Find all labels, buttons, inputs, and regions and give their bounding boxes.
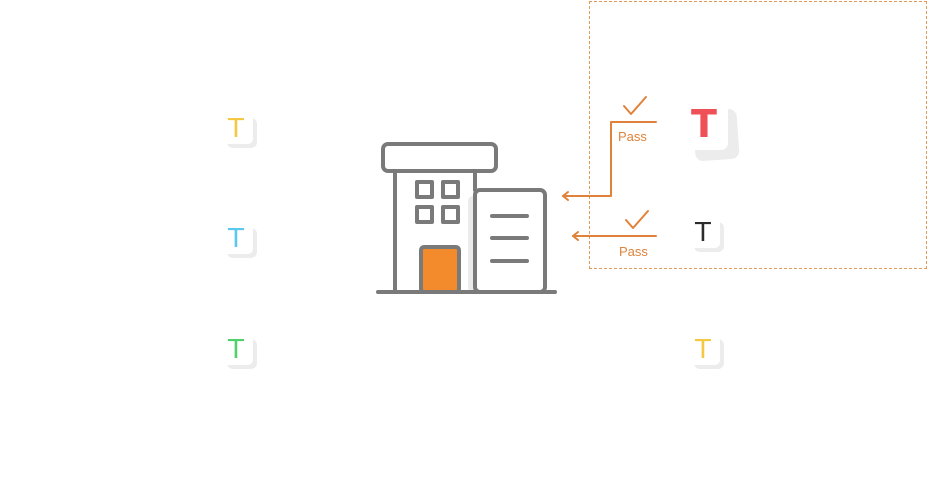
diagram-canvas: Pass Pass T T T T T T [0, 0, 936, 504]
t-tile-yellow-left: T [223, 114, 257, 148]
connector-label-2: Pass [619, 244, 648, 259]
t-tile-red-right: T [684, 102, 740, 162]
t-tile-blue-left: T [223, 224, 257, 258]
checkmark-icon [625, 210, 649, 229]
t-tile-green-left: T [223, 335, 257, 369]
t-tile-dark-right: T [690, 218, 724, 252]
t-tile-yellow-right: T [690, 335, 724, 369]
